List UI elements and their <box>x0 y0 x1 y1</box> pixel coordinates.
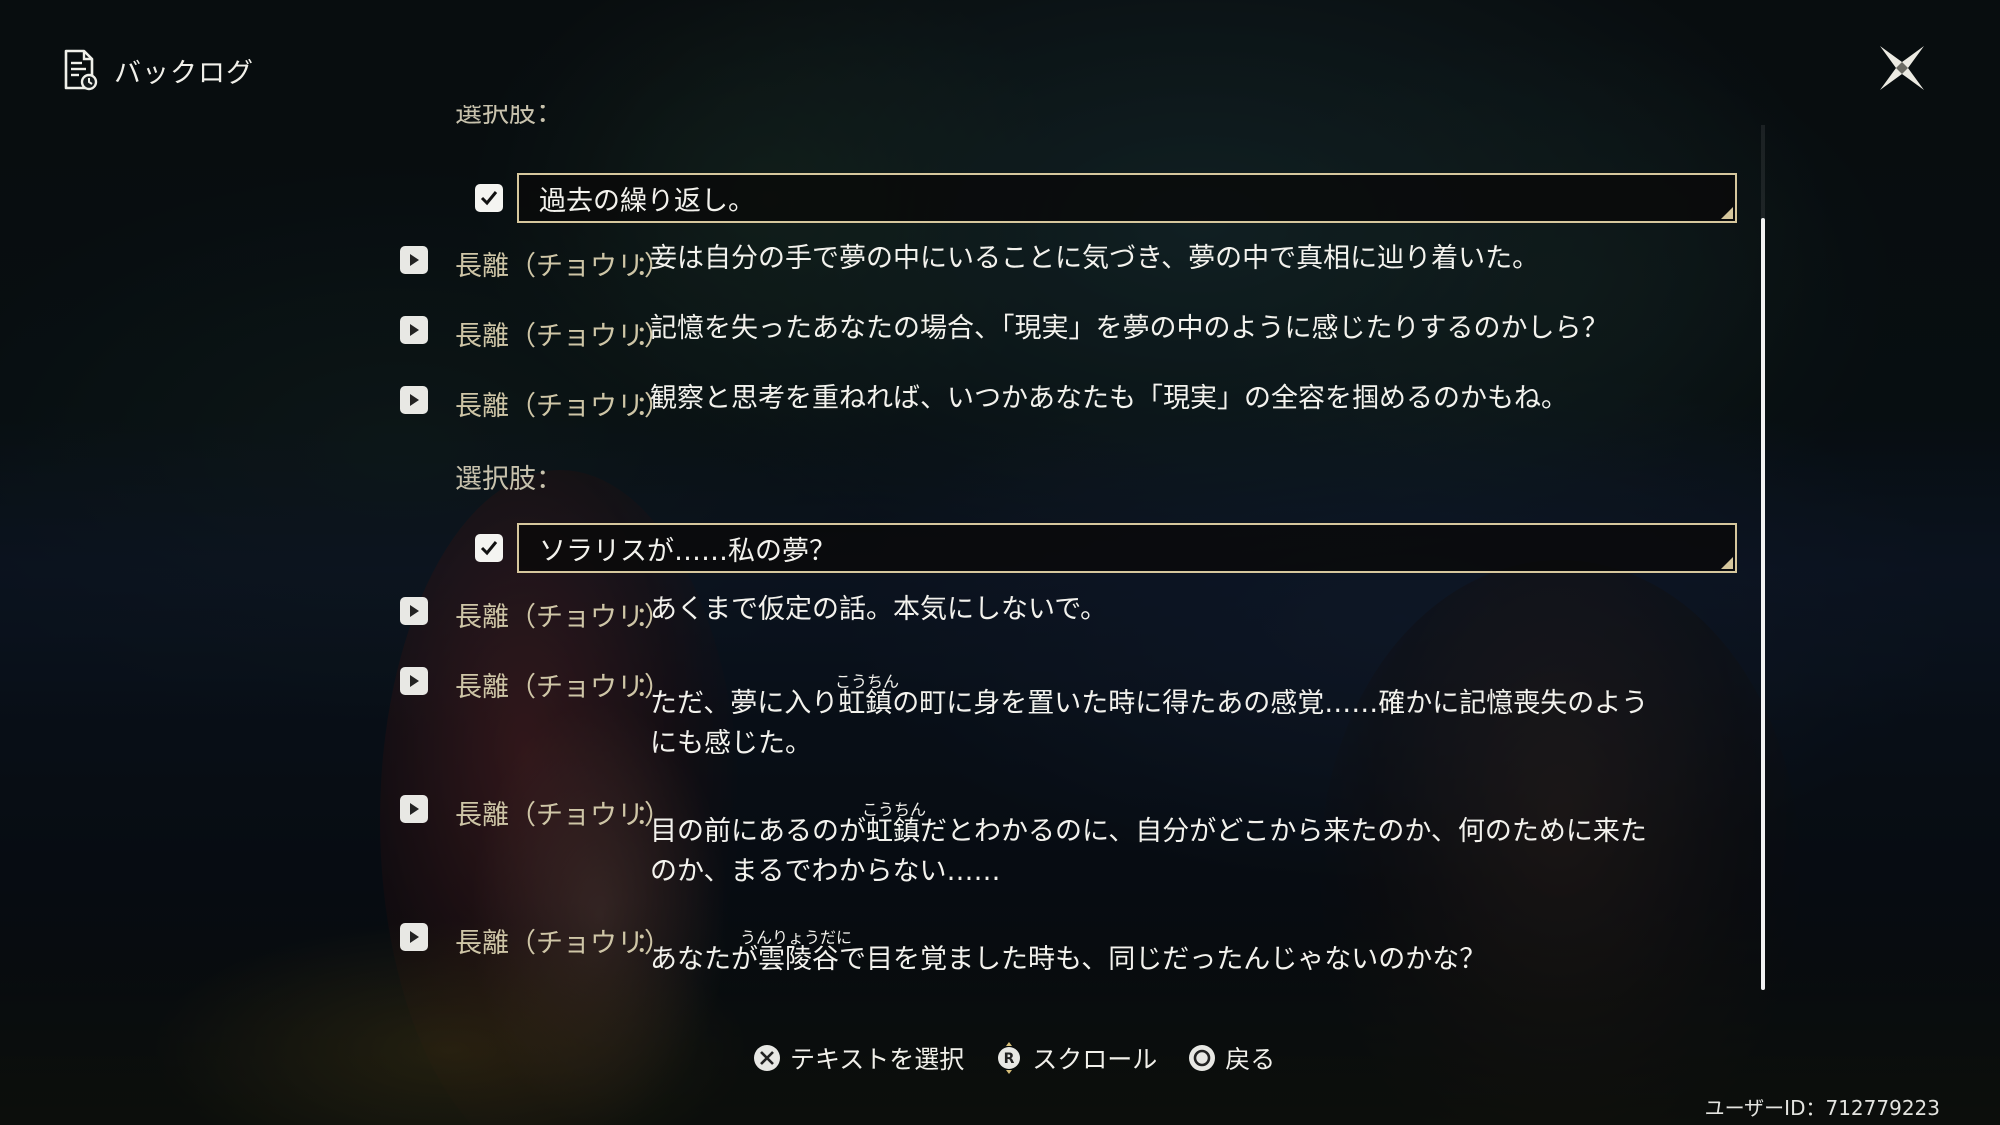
play-voice-button[interactable] <box>400 386 428 414</box>
play-icon <box>410 803 419 815</box>
furigana: うんりょうだに <box>740 928 853 947</box>
play-icon <box>410 675 419 687</box>
controls-hint-bar: テキストを選択 R スクロール 戻る <box>752 1040 1275 1076</box>
play-icon <box>410 394 419 406</box>
dialogue-text: こうちん ただ、夢に入り虹鎮の町に身を置いた時に得たあの感覚……確かに記憶喪失のよ… <box>650 672 1700 764</box>
play-icon <box>410 605 419 617</box>
play-voice-button[interactable] <box>400 246 428 274</box>
choice-section-label: 選択肢： <box>455 105 563 129</box>
user-id: ユーザーID：712779223 <box>1704 1096 1940 1120</box>
dialogue-text: 観察と思考を重ねれば、いつかあなたも「現実」の全容を掴めるのかもね。 <box>650 383 1568 414</box>
play-icon <box>410 254 419 266</box>
play-icon <box>410 324 419 336</box>
dialogue-text: 記憶を失ったあなたの場合、「現実」を夢の中のように感じたりするのかしら？ <box>650 313 1609 344</box>
close-x-icon <box>1880 46 1924 90</box>
play-voice-button[interactable] <box>400 316 428 344</box>
select-text-hint[interactable]: テキストを選択 <box>752 1040 964 1076</box>
circle-button-icon <box>1189 1045 1216 1071</box>
play-voice-button[interactable] <box>400 795 428 823</box>
dialogue-text: 妾は自分の手で夢の中にいることに気づき、夢の中で真相に辿り着いた。 <box>650 243 1540 274</box>
right-stick-icon: R <box>998 1042 1021 1074</box>
svg-text:R: R <box>1004 1051 1015 1067</box>
checkbox-checked-icon <box>475 534 503 562</box>
scrollbar-thumb[interactable] <box>1761 218 1765 990</box>
close-button[interactable] <box>1872 38 1932 98</box>
page-title: バックログ <box>114 57 254 89</box>
cross-button-icon <box>754 1045 780 1071</box>
play-voice-button[interactable] <box>400 923 428 951</box>
dialogue-text: うんりょうだに あなたが雲陵谷で目を覚ました時も、同じだったんじゃないのかな？ <box>650 928 1700 980</box>
play-voice-button[interactable] <box>400 597 428 625</box>
scroll-hint[interactable]: R スクロール <box>994 1040 1157 1076</box>
play-voice-button[interactable] <box>400 667 428 695</box>
backlog-header: バックログ <box>62 48 254 92</box>
furigana: こうちん <box>862 800 927 819</box>
choice-option[interactable]: ソラリスが……私の夢？ <box>517 523 1737 573</box>
furigana: こうちん <box>835 672 900 691</box>
backlog-panel[interactable]: 選択肢： 過去の繰り返し。 長離（チョウリ） ： 妾は自分の手で夢の中にいること… <box>390 105 1760 995</box>
choice-row[interactable]: ソラリスが……私の夢？ <box>475 523 1737 573</box>
choice-row[interactable]: 過去の繰り返し。 <box>475 173 1737 223</box>
play-icon <box>410 931 419 943</box>
document-log-icon <box>62 48 98 92</box>
choice-section-label: 選択肢： <box>455 464 563 495</box>
dialogue-text: あくまで仮定の話。本気にしないで。 <box>650 594 1108 625</box>
choice-option[interactable]: 過去の繰り返し。 <box>517 173 1737 223</box>
checkbox-checked-icon <box>475 184 503 212</box>
back-hint[interactable]: 戻る <box>1187 1040 1275 1076</box>
dialogue-text: こうちん 目の前にあるのが虹鎮だとわかるのに、自分がどこから来たのか、何のために来… <box>650 800 1700 892</box>
